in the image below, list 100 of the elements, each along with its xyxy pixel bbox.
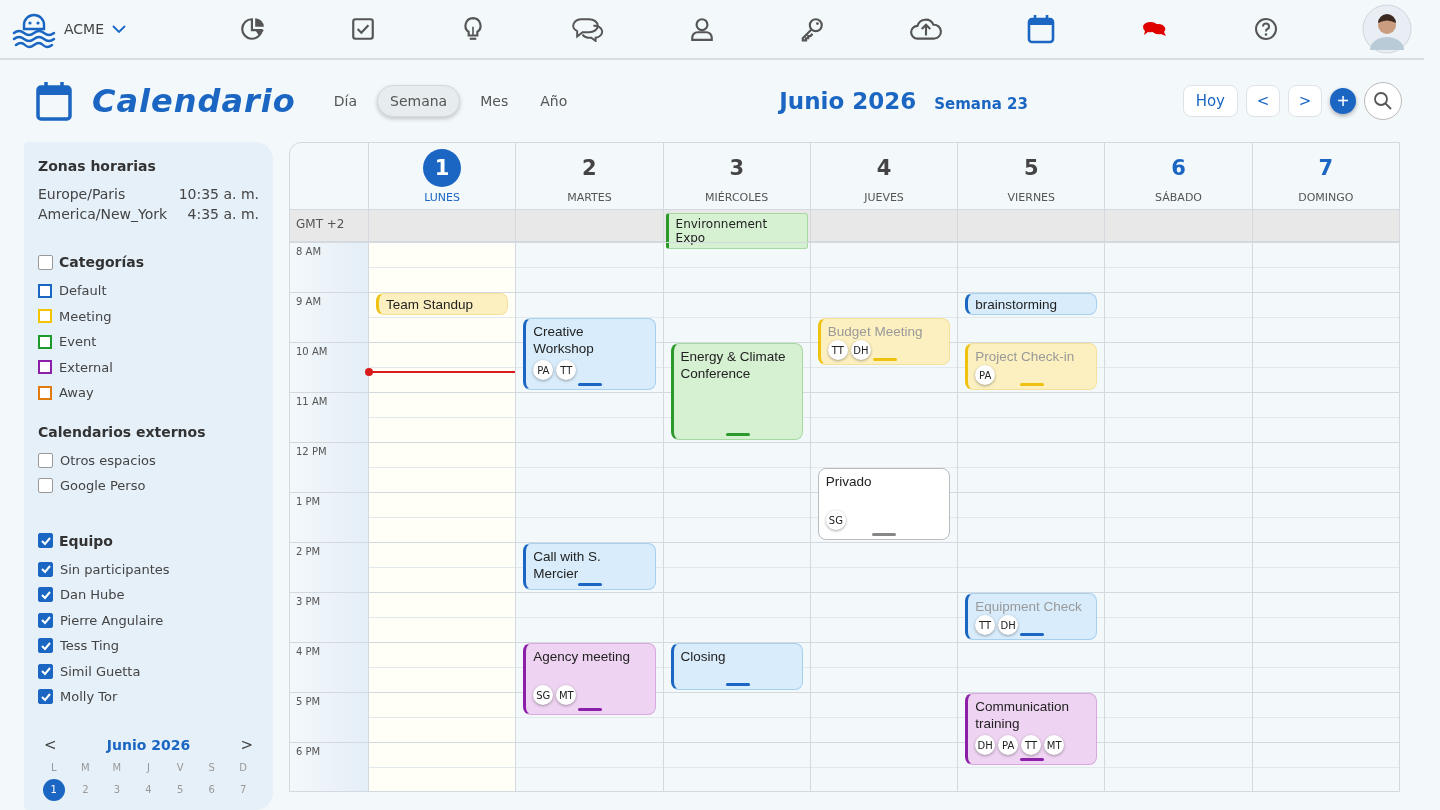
checkbox[interactable] <box>38 638 53 654</box>
weekday-label: LUNES <box>424 190 461 204</box>
view-tab[interactable]: Año <box>528 85 580 117</box>
resize-handle[interactable] <box>873 358 897 361</box>
checkbox[interactable] <box>38 612 53 628</box>
category-swatch[interactable] <box>38 360 52 375</box>
day-number[interactable]: 6 <box>1159 148 1198 187</box>
participant-avatar: TT <box>827 340 848 360</box>
section-title: Categorías <box>59 254 145 270</box>
event-title: Energy & Climate Conference <box>680 348 787 382</box>
event-title: Call with S. Mercier <box>533 548 602 582</box>
day-number[interactable]: 4 <box>865 148 903 187</box>
workspace-name[interactable]: ACME <box>64 21 105 37</box>
calendar-event[interactable]: Creative Workshop PA TT <box>523 318 656 390</box>
hour-label: 8 AM <box>296 246 321 257</box>
participant-avatar: DH <box>850 340 871 360</box>
day-number[interactable]: 5 <box>1012 148 1051 187</box>
view-tab[interactable]: Semana <box>377 85 461 117</box>
calendar-event[interactable]: Team Standup <box>376 293 509 315</box>
participant-avatar: SG <box>825 510 846 530</box>
calendar-event[interactable]: Communication training DH PA TT MT <box>965 693 1098 765</box>
checkbox[interactable] <box>38 587 53 603</box>
participant-avatar: TT <box>556 360 577 380</box>
calendar-event[interactable]: Budget Meeting TT DH <box>817 318 951 365</box>
hour-label: 6 PM <box>296 746 321 757</box>
weekday-letter: L <box>50 761 58 773</box>
category-swatch[interactable] <box>38 385 52 400</box>
checkbox[interactable] <box>38 689 53 705</box>
event-title: Communication training <box>975 698 1070 732</box>
previous-button[interactable]: < <box>1246 85 1280 117</box>
resize-handle[interactable] <box>1020 383 1045 386</box>
event-title: Creative Workshop <box>533 323 595 357</box>
calendar-event[interactable]: Privado SG <box>817 468 951 540</box>
calendar-event[interactable]: Agency meeting SG MT <box>523 643 656 715</box>
previous-month-button[interactable]: < <box>44 735 57 754</box>
add-button[interactable]: + <box>1330 88 1356 114</box>
checkbox[interactable] <box>38 254 53 270</box>
chat-bubbles-icon[interactable] <box>570 16 605 42</box>
day-number[interactable]: 3 <box>717 148 756 187</box>
calendar-icon[interactable] <box>1027 14 1056 44</box>
user-icon[interactable] <box>688 16 715 42</box>
day-number[interactable]: 1 <box>423 148 462 187</box>
calendar-event[interactable]: Call with S. Mercier <box>523 543 656 590</box>
resize-handle[interactable] <box>578 708 603 711</box>
next-button[interactable]: > <box>1288 85 1322 117</box>
user-avatar[interactable] <box>1361 4 1412 54</box>
hour-label: 4 PM <box>296 646 321 657</box>
resize-handle[interactable] <box>578 583 603 586</box>
calendar-event[interactable]: Closing <box>670 643 803 690</box>
category-swatch[interactable] <box>38 334 52 349</box>
checkbox[interactable] <box>38 478 53 494</box>
resize-handle[interactable] <box>1020 758 1045 761</box>
event-title: brainstorming <box>975 296 1057 313</box>
hour-label: 9 AM <box>296 296 321 307</box>
checkbox[interactable] <box>38 663 53 679</box>
hour-label: 1 PM <box>296 496 321 507</box>
event-title: Closing <box>680 648 726 665</box>
view-tab[interactable]: Mes <box>468 85 521 117</box>
participant-avatar: TT <box>975 615 996 635</box>
calendar-event[interactable]: Project Check-in PA <box>965 343 1098 390</box>
category-swatch[interactable] <box>38 283 52 298</box>
next-month-button[interactable]: > <box>240 735 253 754</box>
participant-avatar: DH <box>998 615 1019 635</box>
week-label: Semana 23 <box>934 95 1028 113</box>
resize-handle[interactable] <box>725 683 750 686</box>
resize-handle[interactable] <box>1020 633 1045 636</box>
all-day-event[interactable]: Environnement Expo <box>665 213 808 249</box>
resize-handle[interactable] <box>725 433 750 436</box>
help-icon[interactable] <box>1253 17 1278 41</box>
resize-handle[interactable] <box>872 533 896 536</box>
view-tab[interactable]: Día <box>321 85 369 117</box>
weekday-label: MIÉRCOLES <box>705 190 769 204</box>
filter-label: Pierre Angulaire <box>60 612 164 628</box>
checkbox-icon[interactable] <box>350 16 377 42</box>
calendar-event[interactable]: Energy & Climate Conference <box>670 343 803 440</box>
checkbox[interactable] <box>38 452 53 468</box>
event-title: Privado <box>825 473 872 490</box>
today-button[interactable]: Hoy <box>1182 85 1238 117</box>
chevron-down-icon[interactable] <box>112 25 127 33</box>
filter-label: Dan Hube <box>60 587 125 603</box>
page-title: Calendario <box>92 82 296 120</box>
hour-label: 5 PM <box>296 696 321 707</box>
day-number[interactable]: 1 <box>42 778 65 801</box>
cloud-upload-icon[interactable] <box>909 16 944 42</box>
filter-label: Event <box>59 334 97 350</box>
pie-chart-icon[interactable] <box>240 16 266 42</box>
calendar-event[interactable]: brainstorming <box>965 293 1098 315</box>
weekday-letter: D <box>238 761 249 773</box>
timezone-name: America/New_York <box>38 206 168 222</box>
checkbox[interactable] <box>38 561 53 577</box>
checkbox[interactable] <box>38 533 53 548</box>
search-button[interactable] <box>1364 82 1402 120</box>
day-number[interactable]: 7 <box>1306 148 1345 187</box>
hour-label: 2 PM <box>296 546 321 557</box>
hour-label: 11 AM <box>296 396 328 407</box>
filter-label: Tess Ting <box>60 638 120 654</box>
day-number[interactable]: 2 <box>570 148 609 187</box>
filter-label: Default <box>59 283 107 299</box>
resize-handle[interactable] <box>578 383 603 386</box>
calendar-event[interactable]: Equipment Check TT DH <box>965 593 1098 640</box>
